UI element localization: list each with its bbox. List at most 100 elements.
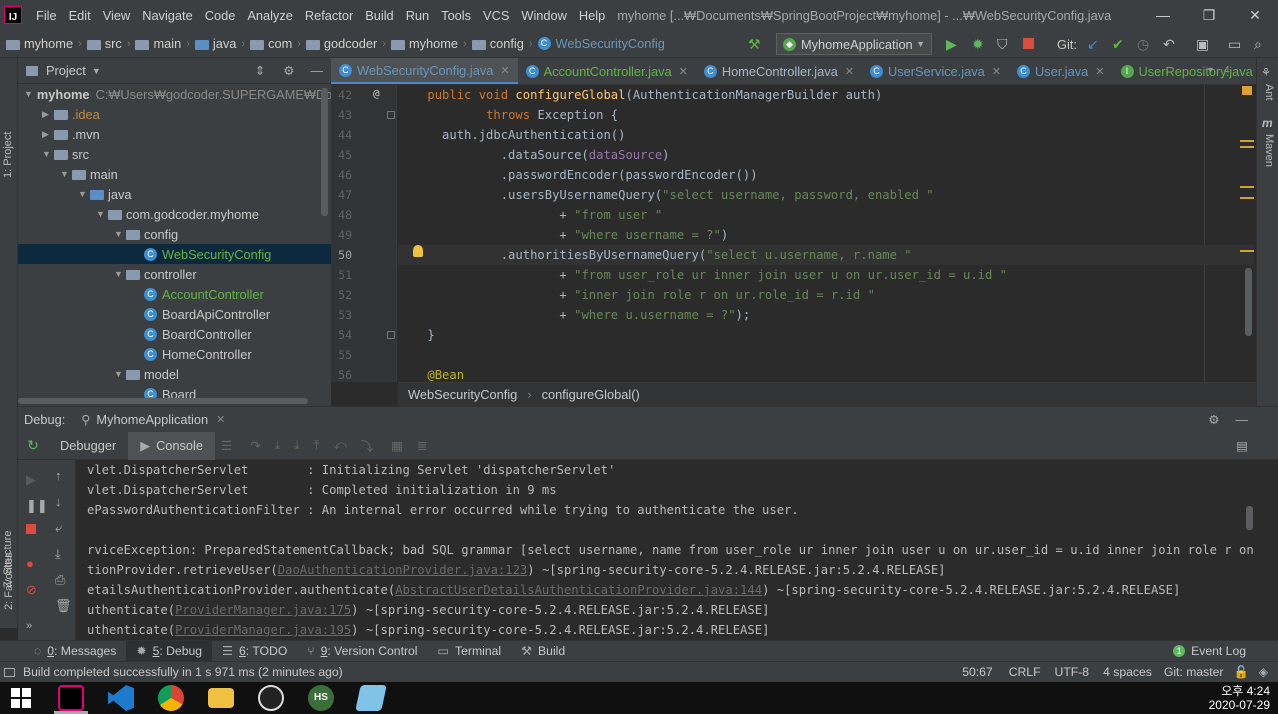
build-hammer-icon[interactable]: ⚒	[748, 36, 761, 53]
code-line[interactable]: + "where u.username = ?");	[398, 305, 1254, 325]
tree-item[interactable]: ▼ model	[18, 364, 331, 384]
file-explorer-icon[interactable]	[208, 688, 234, 708]
chevron-down-icon[interactable]: ▼	[114, 229, 126, 239]
stacktrace-link[interactable]: DaoAuthenticationProvider.java:123	[278, 563, 527, 577]
project-structure-icon[interactable]: ▣	[1196, 36, 1209, 53]
code-line[interactable]: + "from user_role ur inner join user u o…	[398, 265, 1254, 285]
maven-icon[interactable]: m	[1262, 116, 1273, 130]
code-editor[interactable]: public void configureGlobal(Authenticati…	[398, 85, 1254, 382]
chrome-icon[interactable]	[158, 685, 184, 711]
hide-panel-icon[interactable]: —	[1236, 413, 1249, 427]
resume-icon[interactable]: ▶	[26, 472, 36, 488]
run-icon[interactable]: ▶	[946, 36, 957, 53]
code-line[interactable]: + "inner join role r on ur.role_id = r.i…	[398, 285, 1254, 305]
pause-icon[interactable]: ❚❚	[26, 498, 48, 514]
tree-item[interactable]: C BoardController	[18, 324, 331, 344]
trash-icon[interactable]: 🗑	[55, 598, 72, 614]
vscode-icon[interactable]	[108, 685, 134, 711]
chevron-down-icon[interactable]: ▼	[78, 189, 90, 199]
intellij-taskbar-icon[interactable]	[58, 685, 84, 711]
more-icon[interactable]: »	[26, 620, 32, 632]
step-over-icon[interactable]: ↷	[250, 438, 260, 453]
menu-lines-icon[interactable]: ☰	[221, 438, 232, 453]
ant-icon[interactable]: ⚘	[1261, 66, 1271, 79]
indent-setting[interactable]: 4 spaces	[1103, 665, 1152, 679]
tab-console[interactable]: ▶ Console	[128, 431, 216, 460]
breadcrumb-item[interactable]: godcoder ›	[305, 36, 391, 51]
run-to-cursor-icon[interactable]: ⤵	[361, 436, 374, 455]
editor-tab[interactable]: C AccountController.java ✕	[518, 58, 696, 84]
breadcrumb-item[interactable]: main ›	[135, 36, 194, 51]
favorites-tool-tab[interactable]: 2: Favorites	[3, 553, 15, 610]
collapse-all-icon[interactable]: ⇕	[255, 63, 265, 78]
ant-tool-tab[interactable]: Ant	[1263, 84, 1275, 101]
stop-icon[interactable]	[1023, 38, 1034, 49]
tree-item[interactable]: ▼ myhome C:₩Users₩godcoder.SUPERGAME₩Doc	[18, 84, 331, 104]
soft-wrap-icon[interactable]: ⤶	[55, 520, 62, 536]
tree-item[interactable]: C HomeController	[18, 344, 331, 364]
gear-icon[interactable]: ⚙	[1208, 412, 1219, 427]
windows-start-icon[interactable]	[8, 685, 34, 711]
chevron-down-icon[interactable]: ▼	[92, 66, 101, 76]
drop-frame-icon[interactable]: ⤺	[333, 438, 346, 453]
code-line[interactable]: throws Exception {	[398, 105, 1254, 125]
editor-tab[interactable]: IUserRepository.java✕	[1113, 58, 1257, 84]
tree-item[interactable]: C AccountController	[18, 284, 331, 304]
fold-toggle-icon[interactable]	[387, 331, 395, 339]
breadcrumb-item[interactable]: java ›	[194, 36, 250, 51]
tool-window-todo[interactable]: ☰ 6: TODO	[212, 644, 297, 658]
tree-horizontal-scrollbar[interactable]	[18, 398, 308, 404]
stacktrace-link[interactable]: ProviderManager.java:175	[175, 603, 351, 617]
fold-toggle-icon[interactable]	[387, 111, 395, 119]
tab-debugger[interactable]: Debugger	[48, 432, 128, 460]
close-icon[interactable]: ✕	[1232, 0, 1278, 30]
chevron-right-icon[interactable]: ▶	[42, 129, 54, 140]
rerun-icon[interactable]: ↻	[18, 437, 48, 454]
close-icon[interactable]: ✕	[1095, 65, 1104, 78]
arrow-up-icon[interactable]: ↑	[55, 468, 62, 483]
breadcrumb-item[interactable]: src ›	[86, 36, 136, 51]
menu-refactor[interactable]: Refactor	[299, 8, 359, 23]
hide-panel-icon[interactable]: —	[311, 64, 324, 78]
editor-tab[interactable]: C HomeController.java ✕	[696, 58, 862, 84]
debug-bug-icon[interactable]: ✹	[972, 36, 984, 53]
git-branch[interactable]: Git: master	[1164, 665, 1224, 679]
step-out-icon[interactable]: ⤒	[314, 438, 320, 453]
notepad-icon[interactable]	[355, 685, 387, 711]
scroll-to-end-icon[interactable]: ⤓	[55, 546, 61, 562]
chevron-down-icon[interactable]: ▼	[24, 89, 33, 99]
project-panel-title[interactable]: Project	[46, 63, 86, 78]
intellij-logo-icon[interactable]: IJ	[4, 6, 22, 24]
code-line[interactable]: @Bean	[398, 365, 1254, 382]
implements-marker-icon[interactable]: @	[373, 87, 380, 100]
code-line[interactable]	[398, 345, 1254, 365]
warning-marker-icon[interactable]	[1242, 86, 1252, 95]
maven-tool-tab[interactable]: Maven	[1263, 134, 1275, 167]
code-line[interactable]: }	[398, 325, 1254, 345]
code-line[interactable]: .passwordEncoder(passwordEncoder())	[398, 165, 1254, 185]
menu-analyze[interactable]: Analyze	[241, 8, 299, 23]
panel-toggle-icon[interactable]	[4, 667, 15, 677]
view-breakpoints-icon[interactable]: ●	[26, 556, 34, 571]
code-line[interactable]: public void configureGlobal(Authenticati…	[398, 85, 1254, 105]
menu-build[interactable]: Build	[359, 8, 399, 23]
menu-vcs[interactable]: VCS	[477, 8, 515, 23]
step-into-icon[interactable]: ⤓	[275, 438, 281, 453]
minimize-icon[interactable]: —	[1140, 0, 1186, 30]
code-line[interactable]: auth.jdbcAuthentication()	[398, 125, 1254, 145]
coverage-icon[interactable]: ⛉	[997, 36, 1008, 53]
breadcrumb-item[interactable]: config ›	[471, 36, 538, 51]
tree-item[interactable]: ▼ com.godcoder.myhome	[18, 204, 331, 224]
trace-icon[interactable]: ≣	[417, 438, 427, 453]
tool-window-terminal[interactable]: ▭ Terminal	[428, 644, 512, 658]
chevron-down-icon[interactable]: ▼	[114, 269, 126, 279]
menu-tools[interactable]: Tools	[435, 8, 477, 23]
mute-breakpoints-icon[interactable]: ⊘	[26, 582, 37, 598]
tool-window-build[interactable]: ⚒ Build	[511, 644, 575, 658]
gear-icon[interactable]: ⚙	[283, 63, 294, 78]
menu-run[interactable]: Run	[400, 8, 435, 23]
menu-file[interactable]: File	[30, 8, 63, 23]
breadcrumb-item[interactable]: myhome ›	[6, 36, 87, 51]
code-line[interactable]: .usersByUsernameQuery("select username, …	[398, 185, 1254, 205]
print-icon[interactable]: ⎙	[55, 572, 65, 588]
